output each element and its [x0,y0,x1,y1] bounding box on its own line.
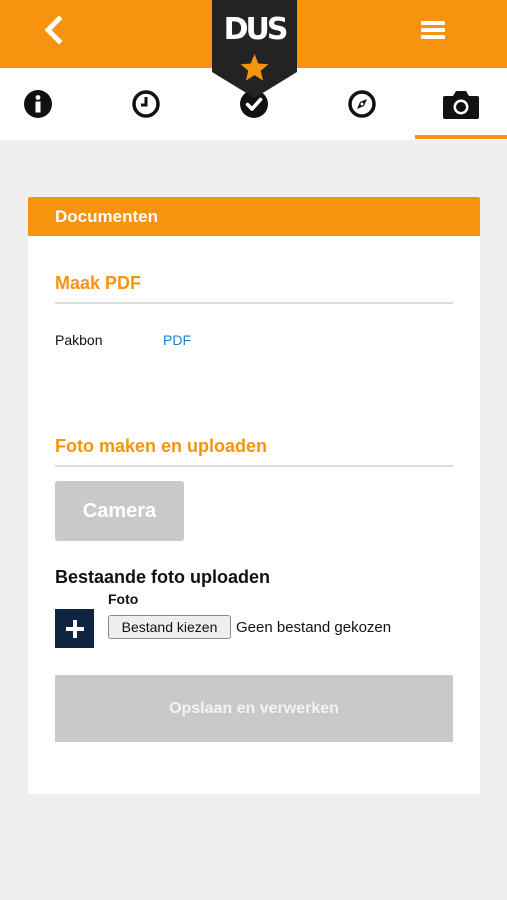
documents-card: Documenten Maak PDF Pakbon PDF Foto make… [28,197,480,794]
back-button[interactable] [36,12,70,48]
tab-info[interactable] [10,68,66,140]
card-title: Documenten [28,197,480,236]
pakbon-label: Pakbon [55,332,103,348]
make-pdf-heading: Maak PDF [55,273,142,293]
hamburger-menu-icon [421,21,445,25]
compass-icon [348,90,376,118]
tab-navigation[interactable] [334,68,390,140]
section-divider [55,465,453,467]
plus-icon [65,619,84,638]
save-and-process-button[interactable]: Opslaan en verwerken [55,675,453,742]
chevron-left-icon [44,16,63,44]
logo[interactable]: DUS [212,0,297,98]
add-photo-button[interactable] [55,609,94,648]
tab-documents[interactable] [415,68,507,140]
logo-text: DUS [223,12,289,47]
choose-file-button[interactable]: Bestand kiezen [108,615,231,639]
section-divider [55,302,453,304]
file-status-text: Geen bestand gekozen [236,619,392,636]
upload-heading: Bestaande foto uploaden [55,567,271,587]
tab-history[interactable] [118,68,174,140]
foto-field-label: Foto [108,591,139,607]
clock-icon [132,90,160,118]
menu-button[interactable] [416,18,450,50]
info-icon [24,90,52,118]
camera-button[interactable]: Camera [55,481,184,541]
camera-icon [443,91,479,119]
pakbon-pdf-link[interactable]: PDF [163,332,191,348]
photo-heading: Foto maken en uploaden [55,436,268,456]
